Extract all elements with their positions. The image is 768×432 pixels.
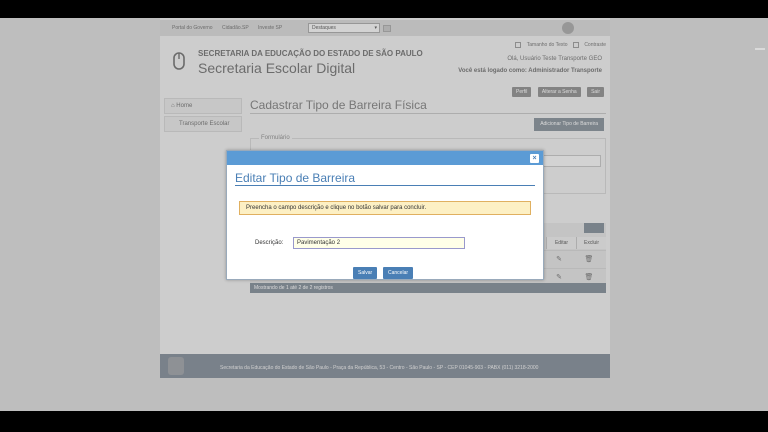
screen-frame: Portal do Governo Cidadão.SP Investe SP … [0,18,768,411]
edit-barrier-dialog: × Editar Tipo de Barreira Preencha o cam… [226,150,544,280]
save-button[interactable]: Salvar [353,267,378,279]
close-icon[interactable]: × [530,154,539,163]
cancel-button[interactable]: Cancelar [383,267,414,279]
description-input[interactable]: Pavimentação 2 [293,237,465,249]
description-label: Descrição: [255,240,284,246]
dialog-titlebar: × [227,151,543,165]
instruction-notice: Preencha o campo descrição e clique no b… [239,201,531,215]
dialog-title-divider [235,185,535,186]
dialog-title: Editar Tipo de Barreira [235,171,356,185]
